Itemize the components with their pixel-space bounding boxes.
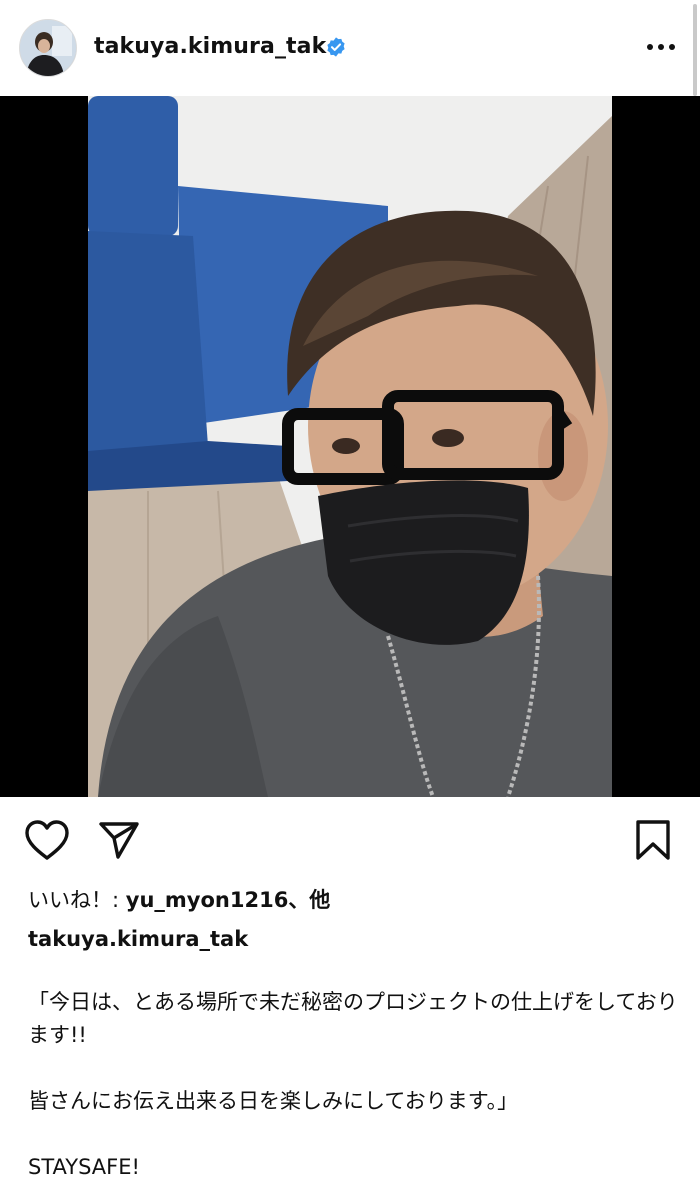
- likes-line[interactable]: いいね！: yu_myon1216、他: [28, 884, 330, 914]
- send-icon[interactable]: [98, 820, 140, 860]
- verified-badge-icon: [327, 37, 345, 57]
- post-header: takuya.kimura_tak: [0, 0, 700, 96]
- heart-icon[interactable]: [24, 819, 70, 861]
- more-horizontal-icon[interactable]: [644, 36, 678, 58]
- caption-username[interactable]: takuya.kimura_tak: [28, 927, 248, 951]
- action-bar: [0, 797, 700, 887]
- scrollbar[interactable]: [693, 4, 697, 96]
- likes-user[interactable]: yu_myon1216: [126, 888, 289, 912]
- likes-prefix: いいね！:: [28, 888, 126, 912]
- caption-text: 「今日は、とある場所で未だ秘密のプロジェクトの仕上げをしております!! 皆さんに…: [28, 990, 678, 1179]
- likes-suffix[interactable]: 、他: [288, 888, 330, 912]
- post-media[interactable]: [0, 96, 700, 797]
- avatar[interactable]: [19, 19, 77, 77]
- bookmark-icon[interactable]: [635, 819, 671, 861]
- post-photo: [88, 96, 612, 797]
- post-username[interactable]: takuya.kimura_tak: [94, 34, 326, 59]
